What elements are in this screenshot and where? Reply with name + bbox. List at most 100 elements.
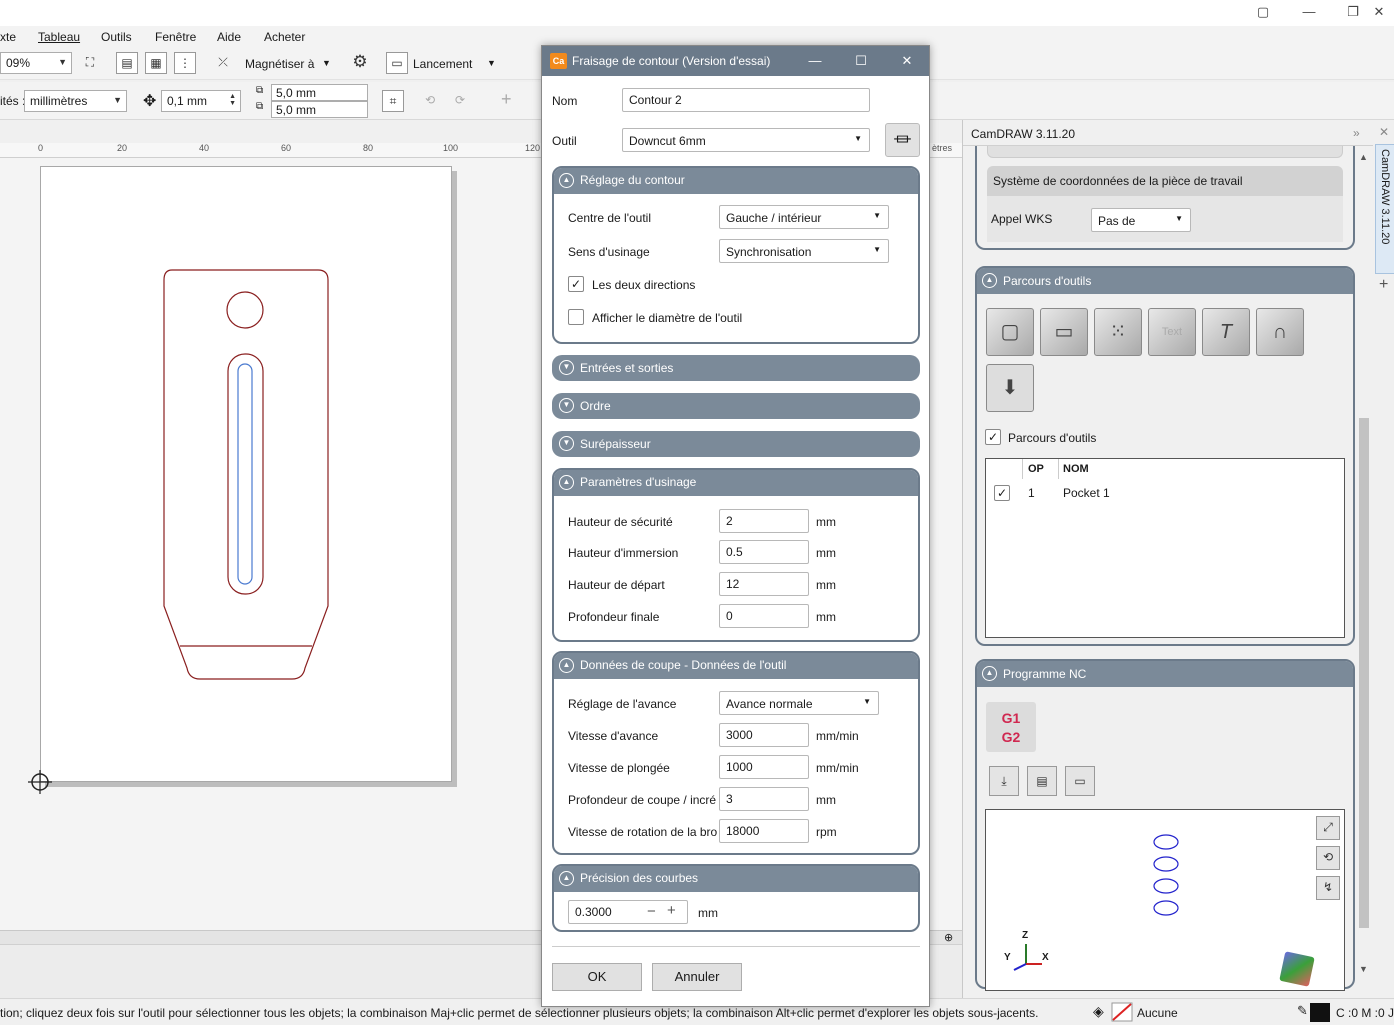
nc-preview[interactable]: ⤢ ⟲ ↯ Z Y X: [985, 809, 1345, 991]
reglage-header[interactable]: ▲ Réglage du contour: [554, 168, 918, 194]
fullscreen-icon[interactable]: ⤢: [1316, 816, 1340, 840]
spindle-speed-input[interactable]: 18000: [719, 819, 809, 843]
plus-icon[interactable]: +: [667, 902, 676, 919]
zoom-combo[interactable]: 09% ▼: [0, 52, 72, 74]
precision-header[interactable]: ▲ Précision des courbes: [554, 866, 918, 892]
download-icon[interactable]: ⤓: [989, 766, 1019, 796]
document-icon[interactable]: ▤: [1027, 766, 1057, 796]
status-hint: tion; cliquez deux fois sur l'outil pour…: [0, 1006, 1039, 1020]
cancel-button[interactable]: Annuler: [652, 963, 742, 991]
nc-header[interactable]: ▲ Programme NC: [977, 661, 1353, 687]
menu-fenetre[interactable]: Fenêtre: [155, 30, 196, 44]
spinner-icon[interactable]: ▲ ▼: [229, 93, 236, 107]
feed-rate-input[interactable]: 3000: [719, 723, 809, 747]
nudge-input[interactable]: 0,1 mm ▲ ▼: [161, 90, 241, 112]
final-depth-input[interactable]: 0: [719, 604, 809, 628]
rotate-view-icon[interactable]: ⟲: [1316, 846, 1340, 870]
view-cube-icon[interactable]: [1279, 951, 1315, 987]
gear-icon[interactable]: ⚙: [349, 52, 371, 74]
camdraw-docker: CamDRAW 3.11.20 » ✕ CamDRAW 3.11.20 + Sy…: [962, 120, 1394, 998]
drill-tool-icon[interactable]: ⁙: [1094, 308, 1142, 356]
docker-scroll-thumb[interactable]: [1359, 418, 1369, 928]
snap-off-icon[interactable]: ⤫: [212, 52, 234, 74]
coupe-header[interactable]: ▲ Données de coupe - Données de l'outil: [554, 653, 918, 679]
menu-tableau[interactable]: Tableau: [38, 30, 80, 44]
minus-icon[interactable]: −: [647, 903, 656, 920]
nc-generate-button[interactable]: G1 G2: [986, 702, 1036, 752]
tool-library-icon[interactable]: ⬇: [986, 364, 1034, 412]
show-diameter-checkbox[interactable]: [568, 309, 584, 325]
launch-icon[interactable]: ▭: [386, 52, 408, 74]
name-input[interactable]: Contour 2: [622, 88, 870, 112]
pocket-toolpath[interactable]: [237, 363, 253, 585]
step-down-input[interactable]: 3: [719, 787, 809, 811]
dialog-titlebar[interactable]: Ca Fraisage de contour (Version d'essai)…: [542, 46, 929, 76]
grid-icon[interactable]: ▦: [145, 52, 167, 74]
safety-height-input[interactable]: 2: [719, 509, 809, 533]
contour-tool-icon[interactable]: ▢: [986, 308, 1034, 356]
section-ordre[interactable]: ▼ Ordre: [552, 393, 920, 419]
sens-select[interactable]: Synchronisation ▼: [719, 239, 889, 263]
rulers-icon[interactable]: ▤: [116, 52, 138, 74]
feed-setting-select[interactable]: Avance normale ▼: [719, 691, 879, 715]
user-icon[interactable]: ▢: [1248, 4, 1278, 22]
guidelines-icon[interactable]: ⋮: [174, 52, 196, 74]
dup-x-input[interactable]: 5,0 mm: [271, 84, 368, 101]
add-icon[interactable]: +: [1379, 276, 1388, 294]
hole-circle[interactable]: [226, 291, 264, 329]
dup-y-input[interactable]: 5,0 mm: [271, 101, 368, 118]
plunge-height-input[interactable]: 0.5: [719, 540, 809, 564]
minimize-icon[interactable]: —: [804, 53, 826, 69]
centre-select[interactable]: Gauche / intérieur ▼: [719, 205, 889, 229]
chevron-down-icon[interactable]: ▼: [487, 58, 496, 68]
convert2-icon[interactable]: ⟳: [455, 93, 465, 107]
expand-icon[interactable]: »: [1353, 126, 1360, 140]
ok-button[interactable]: OK: [552, 963, 642, 991]
chevron-down-icon[interactable]: ▼: [322, 58, 331, 68]
slot-outline[interactable]: [227, 353, 264, 595]
menu-aide[interactable]: Aide: [217, 30, 241, 44]
toolpaths-checkbox[interactable]: ✓: [985, 429, 1001, 445]
toolpaths-header[interactable]: ▲ Parcours d'outils: [977, 268, 1353, 294]
units-combo[interactable]: millimètres ▼: [24, 90, 127, 112]
menu-text[interactable]: xte: [0, 30, 16, 44]
ruler-tick: 20: [117, 143, 128, 153]
engrave-icon[interactable]: T: [1202, 308, 1250, 356]
close-button[interactable]: ✕: [1364, 4, 1394, 22]
menu-acheter[interactable]: Acheter: [264, 30, 305, 44]
table-row-nom[interactable]: Pocket 1: [1063, 486, 1110, 500]
close-icon[interactable]: ✕: [896, 53, 918, 69]
parametres-header[interactable]: ▲ Paramètres d'usinage: [554, 470, 918, 496]
minimize-button[interactable]: —: [1294, 4, 1324, 22]
zoom-icon[interactable]: ⊕: [944, 931, 953, 944]
maximize-icon[interactable]: ☐: [850, 53, 872, 69]
treat-as-filled-icon[interactable]: ⌗: [382, 90, 404, 112]
snap-label[interactable]: Magnétiser à: [245, 57, 314, 71]
folder-icon[interactable]: ▭: [1065, 766, 1095, 796]
section-entrees[interactable]: ▼ Entrées et sorties: [552, 355, 920, 381]
text-engrave-icon[interactable]: Text: [1148, 308, 1196, 356]
menu-outils[interactable]: Outils: [101, 30, 132, 44]
section-surepaisseur[interactable]: ▼ Surépaisseur: [552, 431, 920, 457]
tool-library-button[interactable]: ⏛: [885, 123, 920, 157]
outline-color-swatch[interactable]: [1310, 1003, 1330, 1022]
drawing-shapes[interactable]: [0, 158, 540, 798]
precision-input[interactable]: 0.3000 − +: [568, 900, 688, 924]
plus-icon[interactable]: +: [501, 89, 512, 110]
wks-select[interactable]: Pas de ▼: [1091, 208, 1191, 232]
convert-icon[interactable]: ⟲: [425, 93, 435, 107]
plunge-rate-input[interactable]: 1000: [719, 755, 809, 779]
no-fill-swatch[interactable]: [1111, 1002, 1133, 1022]
tool-select[interactable]: Downcut 6mm ▼: [622, 128, 870, 152]
both-directions-checkbox[interactable]: ✓: [568, 276, 584, 292]
launch-label[interactable]: Lancement: [413, 57, 472, 71]
pocket-tool-icon[interactable]: ▭: [1040, 308, 1088, 356]
zoom-fit-icon[interactable]: ⛶: [79, 52, 101, 74]
path-view-icon[interactable]: ↯: [1316, 876, 1340, 900]
docker-vertical-tab[interactable]: CamDRAW 3.11.20: [1375, 144, 1394, 274]
start-height-input[interactable]: 12: [719, 572, 809, 596]
table-row-checkbox[interactable]: ✓: [994, 485, 1010, 501]
part-outline[interactable]: [163, 269, 329, 680]
close-icon[interactable]: ✕: [1379, 125, 1389, 139]
v-carve-icon[interactable]: ∩: [1256, 308, 1304, 356]
